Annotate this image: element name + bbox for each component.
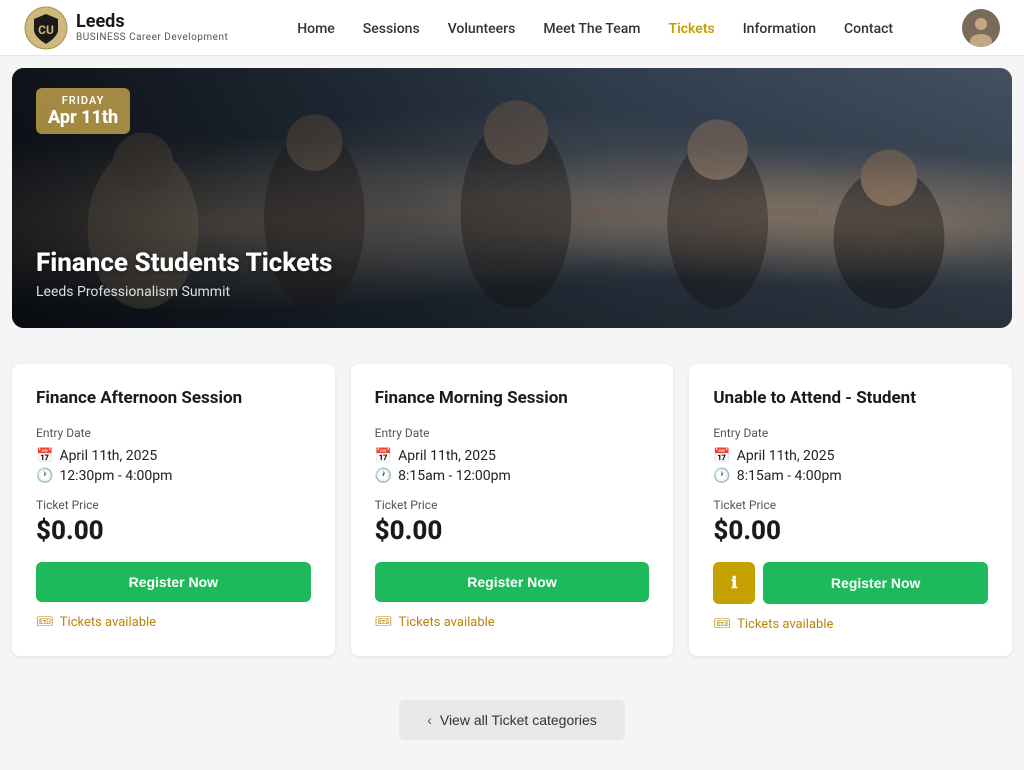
event-subtitle: Leeds Professionalism Summit bbox=[36, 284, 332, 300]
price-label-2: Ticket Price bbox=[375, 498, 650, 512]
logo-leeds: Leeds bbox=[76, 11, 228, 33]
register-button-2[interactable]: Register Now bbox=[375, 562, 650, 602]
info-button-3[interactable]: ℹ bbox=[713, 562, 755, 604]
price-value-1: $0.00 bbox=[36, 516, 311, 546]
hero-content: Finance Students Tickets Leeds Professio… bbox=[36, 248, 332, 300]
ticket-icon-1: 🎟 bbox=[36, 614, 54, 630]
ticket-card-morning: Finance Morning Session Entry Date 📅 Apr… bbox=[351, 364, 674, 656]
view-all-label: View all Ticket categories bbox=[440, 712, 597, 728]
card-time-1: 🕐 12:30pm - 4:00pm bbox=[36, 468, 311, 484]
price-value-3: $0.00 bbox=[713, 516, 988, 546]
tickets-available-1: 🎟 Tickets available bbox=[36, 614, 311, 630]
price-label-1: Ticket Price bbox=[36, 498, 311, 512]
card-date-1: 📅 April 11th, 2025 bbox=[36, 448, 311, 464]
ticket-card-afternoon: Finance Afternoon Session Entry Date 📅 A… bbox=[12, 364, 335, 656]
ticket-icon-3: 🎟 bbox=[713, 616, 731, 632]
card-title-3: Unable to Attend - Student bbox=[713, 388, 988, 408]
card-time-2: 🕐 8:15am - 12:00pm bbox=[375, 468, 650, 484]
nav-volunteers[interactable]: Volunteers bbox=[448, 21, 516, 37]
entry-date-label-3: Entry Date bbox=[713, 426, 988, 440]
card-date-2: 📅 April 11th, 2025 bbox=[375, 448, 650, 464]
clock-icon-3: 🕐 bbox=[713, 468, 730, 484]
calendar-icon-2: 📅 bbox=[375, 448, 392, 464]
register-button-3[interactable]: Register Now bbox=[763, 562, 988, 604]
card-title-1: Finance Afternoon Session bbox=[36, 388, 311, 408]
ticket-card-unable: Unable to Attend - Student Entry Date 📅 … bbox=[689, 364, 1012, 656]
nav-contact[interactable]: Contact bbox=[844, 21, 893, 37]
avatar-image bbox=[962, 9, 1000, 47]
entry-date-label-1: Entry Date bbox=[36, 426, 311, 440]
view-all-button[interactable]: ‹ View all Ticket categories bbox=[399, 700, 625, 740]
site-logo[interactable]: CU Leeds BUSINESS Career Development bbox=[24, 6, 228, 50]
card-title-2: Finance Morning Session bbox=[375, 388, 650, 408]
main-nav: CU Leeds BUSINESS Career Development Hom… bbox=[0, 0, 1024, 56]
event-date-badge: Friday Apr 11th bbox=[36, 88, 130, 134]
register-button-1[interactable]: Register Now bbox=[36, 562, 311, 602]
clock-icon-2: 🕐 bbox=[375, 468, 392, 484]
chevron-left-icon: ‹ bbox=[427, 712, 432, 728]
nav-meet-the-team[interactable]: Meet The Team bbox=[543, 21, 640, 37]
ticket-cards-grid: Finance Afternoon Session Entry Date 📅 A… bbox=[12, 364, 1012, 656]
card-date-3: 📅 April 11th, 2025 bbox=[713, 448, 988, 464]
nav-tickets[interactable]: Tickets bbox=[668, 21, 714, 37]
nav-links: Home Sessions Volunteers Meet The Team T… bbox=[297, 18, 893, 37]
tickets-available-3: 🎟 Tickets available bbox=[713, 616, 988, 632]
nav-information[interactable]: Information bbox=[743, 21, 816, 37]
view-all-section: ‹ View all Ticket categories bbox=[0, 680, 1024, 770]
tickets-available-2: 🎟 Tickets available bbox=[375, 614, 650, 630]
event-hero: Friday Apr 11th Finance Students Tickets… bbox=[12, 68, 1012, 328]
ticket-cards-section: Finance Afternoon Session Entry Date 📅 A… bbox=[0, 340, 1024, 680]
entry-date-label-2: Entry Date bbox=[375, 426, 650, 440]
event-date: Apr 11th bbox=[48, 107, 118, 128]
event-title: Finance Students Tickets bbox=[36, 248, 332, 278]
logo-sub: BUSINESS Career Development bbox=[76, 32, 228, 44]
ticket-icon-2: 🎟 bbox=[375, 614, 393, 630]
user-avatar[interactable] bbox=[962, 9, 1000, 47]
logo-shield-icon: CU bbox=[24, 6, 68, 50]
nav-home[interactable]: Home bbox=[297, 21, 335, 37]
calendar-icon-3: 📅 bbox=[713, 448, 730, 464]
event-day: Friday bbox=[48, 94, 118, 107]
price-value-2: $0.00 bbox=[375, 516, 650, 546]
card-time-3: 🕐 8:15am - 4:00pm bbox=[713, 468, 988, 484]
price-label-3: Ticket Price bbox=[713, 498, 988, 512]
calendar-icon-1: 📅 bbox=[36, 448, 53, 464]
svg-text:CU: CU bbox=[38, 23, 54, 37]
nav-sessions[interactable]: Sessions bbox=[363, 21, 420, 37]
clock-icon-1: 🕐 bbox=[36, 468, 53, 484]
card-action-row-3: ℹ Register Now bbox=[713, 562, 988, 604]
